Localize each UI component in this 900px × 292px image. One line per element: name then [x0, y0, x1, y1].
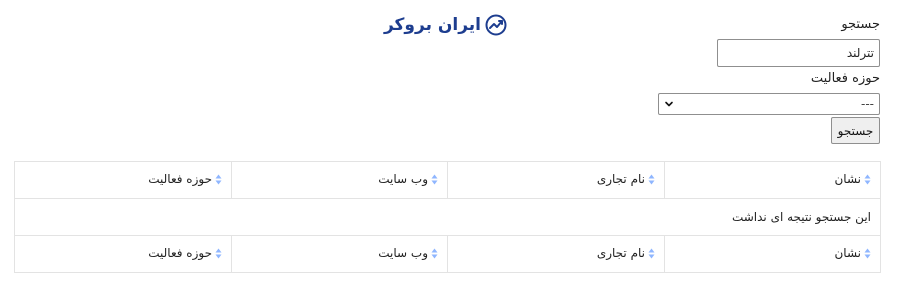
column-header-label: حوزه فعالیت — [148, 172, 212, 187]
table-header-row: نشان نام تجاری وب سایت حوزه فعالیت — [14, 161, 881, 199]
site-logo[interactable]: ایران بروکر — [384, 11, 507, 39]
activity-field-label: حوزه فعالیت — [810, 71, 880, 86]
empty-results-message: این جستجو نتیجه ای نداشت — [14, 198, 881, 236]
logo-text: ایران بروکر — [383, 14, 481, 35]
column-footer-label: حوزه فعالیت — [148, 246, 212, 261]
activity-field-selected: --- — [861, 97, 874, 111]
results-table: نشان نام تجاری وب سایت حوزه فعالیت این ج… — [14, 161, 881, 273]
search-label: جستجو — [841, 17, 880, 32]
table-footer-row: نشان نام تجاری وب سایت حوزه فعالیت — [14, 235, 881, 273]
column-footer-label: نشان — [834, 246, 861, 261]
column-header-website[interactable]: وب سایت — [231, 161, 448, 199]
search-button[interactable]: جستجو — [831, 117, 880, 144]
sort-icon — [648, 174, 655, 185]
activity-field-select[interactable]: --- — [658, 93, 880, 115]
column-footer-activity-field[interactable]: حوزه فعالیت — [14, 235, 232, 273]
column-header-label: نشان — [834, 172, 861, 187]
sort-icon — [864, 174, 871, 185]
column-footer-logo[interactable]: نشان — [664, 235, 881, 273]
sort-icon — [431, 174, 438, 185]
sort-icon — [864, 248, 871, 259]
search-input[interactable] — [717, 39, 880, 67]
trend-chart-icon — [485, 14, 507, 36]
column-header-label: نام تجاری — [596, 172, 645, 187]
sort-icon — [648, 248, 655, 259]
sort-icon — [215, 174, 222, 185]
column-footer-label: نام تجاری — [596, 246, 645, 261]
column-header-label: وب سایت — [378, 172, 428, 187]
column-header-logo[interactable]: نشان — [664, 161, 881, 199]
table-row: این جستجو نتیجه ای نداشت — [14, 198, 881, 236]
chevron-down-icon — [664, 99, 674, 109]
sort-icon — [431, 248, 438, 259]
sort-icon — [215, 248, 222, 259]
column-footer-label: وب سایت — [378, 246, 428, 261]
column-header-brand-name[interactable]: نام تجاری — [447, 161, 665, 199]
page: ایران بروکر جستجو حوزه فعالیت --- جستجو … — [0, 0, 900, 292]
column-footer-website[interactable]: وب سایت — [231, 235, 448, 273]
column-footer-brand-name[interactable]: نام تجاری — [447, 235, 665, 273]
column-header-activity-field[interactable]: حوزه فعالیت — [14, 161, 232, 199]
